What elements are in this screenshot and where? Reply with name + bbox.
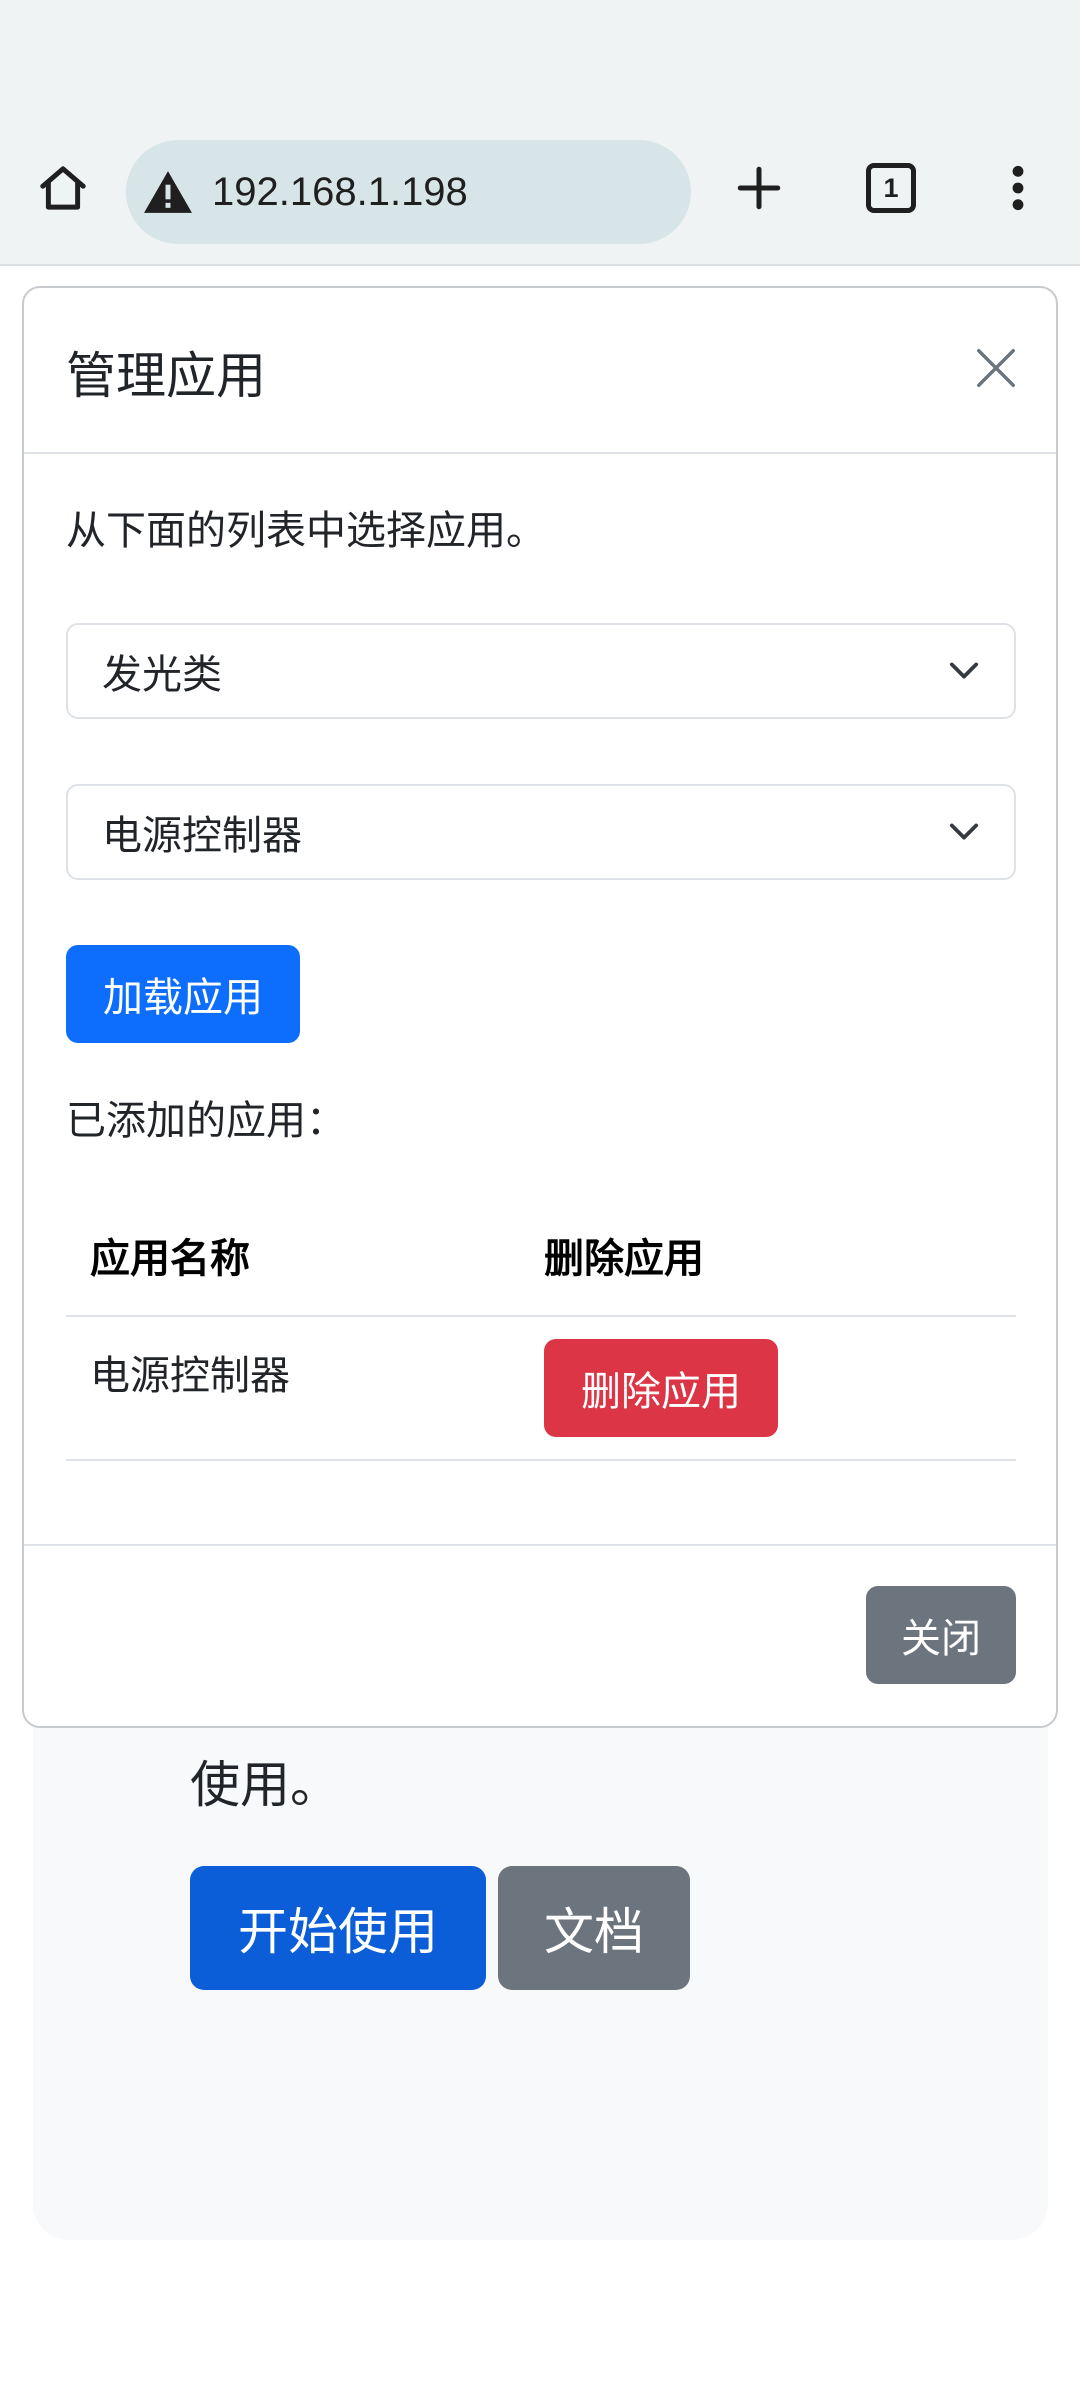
close-icon <box>977 349 1015 387</box>
chevron-down-icon <box>944 812 984 852</box>
category-select-value: 发光类 <box>102 652 222 698</box>
added-apps-label: 已添加的应用： <box>66 1098 346 1144</box>
new-tab-button[interactable] <box>726 155 792 221</box>
table-header-row: 应用名称 删除应用 <box>66 1218 1016 1317</box>
docs-button[interactable]: 文档 <box>498 1866 690 1990</box>
modal-intro-text: 从下面的列表中选择应用。 <box>66 508 546 554</box>
tab-switcher-button[interactable]: 1 <box>858 155 924 221</box>
plus-icon <box>737 166 781 210</box>
tab-count: 1 <box>866 163 916 213</box>
url-text: 192.168.1.198 <box>212 169 468 214</box>
hero-text: 使用。 <box>190 1756 340 1814</box>
category-select[interactable]: 发光类 <box>66 623 1016 719</box>
column-header-delete: 删除应用 <box>544 1236 704 1282</box>
browser-toolbar: 192.168.1.198 1 <box>0 130 1080 266</box>
browser-menu-button[interactable] <box>985 155 1051 221</box>
chevron-down-icon <box>944 651 984 691</box>
added-apps-table: 应用名称 删除应用 电源控制器 删除应用 <box>66 1218 1016 1461</box>
modal-header: 管理应用 <box>24 288 1056 454</box>
home-button[interactable] <box>30 155 96 221</box>
app-select[interactable]: 电源控制器 <box>66 784 1016 880</box>
delete-app-button[interactable]: 删除应用 <box>544 1339 778 1437</box>
column-header-app-name: 应用名称 <box>90 1236 250 1282</box>
table-row: 电源控制器 删除应用 <box>66 1317 1016 1461</box>
more-vert-icon <box>1012 165 1024 211</box>
manage-apps-modal: 管理应用 从下面的列表中选择应用。 发光类 电源控制器 加载应用 已添加的应用：… <box>22 286 1058 1728</box>
modal-close-button[interactable] <box>966 338 1026 398</box>
modal-footer: 关闭 <box>24 1544 1056 1726</box>
load-app-button[interactable]: 加载应用 <box>66 945 300 1043</box>
close-button[interactable]: 关闭 <box>866 1586 1016 1684</box>
start-button[interactable]: 开始使用 <box>190 1866 486 1990</box>
address-bar[interactable]: 192.168.1.198 <box>126 140 691 244</box>
app-select-value: 电源控制器 <box>102 813 302 859</box>
warning-icon[interactable] <box>142 166 194 218</box>
app-name-cell: 电源控制器 <box>90 1353 290 1399</box>
status-bar-area <box>0 0 1080 130</box>
modal-title: 管理应用 <box>66 347 266 405</box>
home-icon <box>40 166 86 210</box>
